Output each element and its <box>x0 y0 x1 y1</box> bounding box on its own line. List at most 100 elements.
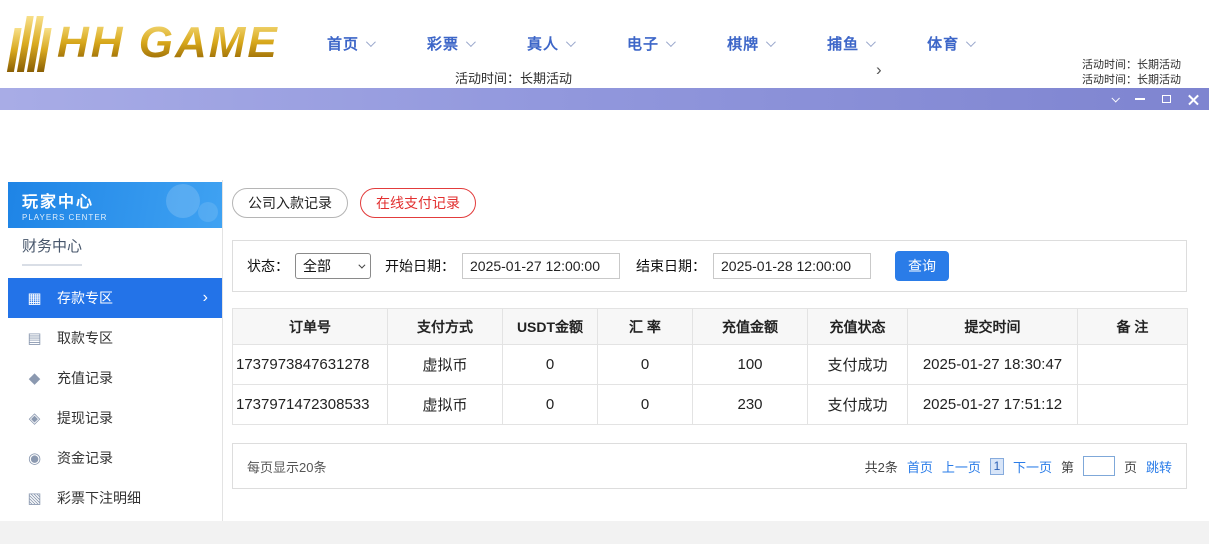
sidebar-item-deposit-zone[interactable]: ▦ 存款专区 › <box>8 278 222 318</box>
nav-item-label: 电子 <box>627 33 659 54</box>
chevron-down-icon <box>466 37 476 47</box>
nav-item-board-games[interactable]: 棋牌 <box>700 33 800 54</box>
nav-item-label: 彩票 <box>427 33 459 54</box>
sidebar-item-label: 彩票下注明细 <box>57 488 141 508</box>
end-date-input[interactable] <box>713 253 871 279</box>
sidebar-item-withdraw-zone[interactable]: ▤ 取款专区 <box>8 318 222 358</box>
column-header: 备 注 <box>1078 309 1188 345</box>
window-titlebar <box>0 88 1209 110</box>
tab-online-payment-records[interactable]: 在线支付记录 <box>360 188 476 218</box>
maximize-icon[interactable] <box>1162 95 1171 103</box>
table-cell-rate: 0 <box>598 385 693 425</box>
table-row: 1737971472308533 虚拟币 0 0 230 支付成功 2025-0… <box>233 385 1188 425</box>
query-button[interactable]: 查询 <box>895 251 949 281</box>
pagination-controls: 共2条 首页 上一页 1 下一页 第 页 跳转 <box>865 456 1172 476</box>
column-header: 订单号 <box>233 309 388 345</box>
status-select[interactable]: 全部 <box>295 253 371 279</box>
chevron-down-icon <box>366 37 376 47</box>
chevron-down-icon <box>866 37 876 47</box>
status-label: 状态： <box>247 256 289 276</box>
jump-action-link[interactable]: 跳转 <box>1146 457 1172 476</box>
current-page-badge[interactable]: 1 <box>990 458 1004 475</box>
sidebar-item-label: 提现记录 <box>57 408 113 428</box>
table-cell-pay-method: 虚拟币 <box>388 385 503 425</box>
table-cell-usdt-amount: 0 <box>503 345 598 385</box>
status-select-value: 全部 <box>303 256 331 276</box>
record-tabs: 公司入款记录 在线支付记录 <box>232 188 488 218</box>
nav-item-electronic[interactable]: 电子 <box>600 33 700 54</box>
table-cell-order-no: 1737971472308533 <box>233 385 388 425</box>
nav-item-lottery[interactable]: 彩票 <box>400 33 500 54</box>
tab-company-deposit-records[interactable]: 公司入款记录 <box>232 188 348 218</box>
table-cell-submit-time: 2025-01-27 18:30:47 <box>908 345 1078 385</box>
chevron-down-icon <box>966 37 976 47</box>
nav-item-label: 捕鱼 <box>827 33 859 54</box>
jump-prefix-label: 第 <box>1061 457 1074 476</box>
sidebar-menu: ▦ 存款专区 › ▤ 取款专区 ◆ 充值记录 ◈ 提现记录 ◉ 资金记录 ▧ 彩… <box>8 278 222 518</box>
recharge-record-icon: ◆ <box>26 369 43 387</box>
nav-item-sports[interactable]: 体育 <box>900 33 1000 54</box>
minimize-icon[interactable] <box>1135 98 1145 100</box>
chevron-right-icon: › <box>203 290 208 306</box>
pagination-bar: 每页显示20条 共2条 首页 上一页 1 下一页 第 页 跳转 <box>232 443 1187 489</box>
sidebar-item-funds-records[interactable]: ◉ 资金记录 <box>8 438 222 478</box>
funds-record-icon: ◉ <box>26 449 43 467</box>
table-row: 1737973847631278 虚拟币 0 0 100 支付成功 2025-0… <box>233 345 1188 385</box>
withdrawal-record-icon: ◈ <box>26 409 43 427</box>
player-center-header: 玩家中心 PLAYERS CENTER <box>8 182 222 228</box>
table-cell-usdt-amount: 0 <box>503 385 598 425</box>
start-date-label: 开始日期： <box>385 256 455 276</box>
table-cell-status: 支付成功 <box>808 385 908 425</box>
prev-page-link[interactable]: 上一页 <box>942 457 981 476</box>
total-count: 共2条 <box>865 457 898 476</box>
column-header: 支付方式 <box>388 309 503 345</box>
table-cell-remark <box>1078 385 1188 425</box>
sidebar-item-label: 资金记录 <box>57 448 113 468</box>
chevron-down-icon <box>358 261 365 268</box>
payment-records-table: 订单号 支付方式 USDT金额 汇 率 充值金额 充值状态 提交时间 备 注 1… <box>232 308 1188 425</box>
sidebar-item-lottery-bet-details[interactable]: ▧ 彩票下注明细 <box>8 478 222 518</box>
chevron-down-icon <box>766 37 776 47</box>
player-center-subtitle: PLAYERS CENTER <box>22 213 222 222</box>
column-header: 汇 率 <box>598 309 693 345</box>
start-date-input[interactable] <box>462 253 620 279</box>
brand-logo[interactable]: HH GAME <box>12 10 279 76</box>
table-cell-amount: 230 <box>693 385 808 425</box>
table-cell-status: 支付成功 <box>808 345 908 385</box>
top-header: HH GAME 首页 彩票 真人 电子 棋牌 捕鱼 体育 <box>0 0 1209 88</box>
table-cell-order-no: 1737973847631278 <box>233 345 388 385</box>
column-header: 提交时间 <box>908 309 1078 345</box>
filter-bar: 状态： 全部 开始日期： 结束日期： 查询 <box>232 240 1187 292</box>
sidebar-item-withdrawal-records[interactable]: ◈ 提现记录 <box>8 398 222 438</box>
jump-page-input[interactable] <box>1083 456 1115 476</box>
background-text-line: 活动时间：长期活动 <box>1082 58 1209 73</box>
background-text-fragment: 活动时间：长期活动 <box>455 68 572 87</box>
sidebar-section-label: 财务中心 <box>22 238 82 266</box>
table-header-row: 订单号 支付方式 USDT金额 汇 率 充值金额 充值状态 提交时间 备 注 <box>233 309 1188 345</box>
table-cell-amount: 100 <box>693 345 808 385</box>
close-icon[interactable] <box>1188 94 1199 105</box>
jump-suffix-label: 页 <box>1124 457 1137 476</box>
end-date-label: 结束日期： <box>636 256 706 276</box>
nav-item-home[interactable]: 首页 <box>300 33 400 54</box>
background-arrow-fragment: › <box>876 60 882 80</box>
lottery-bets-icon: ▧ <box>26 489 43 507</box>
logo-text: HH GAME <box>57 21 279 65</box>
table-cell-remark <box>1078 345 1188 385</box>
next-page-link[interactable]: 下一页 <box>1013 457 1052 476</box>
chevron-down-icon <box>666 37 676 47</box>
nav-item-label: 棋牌 <box>727 33 759 54</box>
per-page-text: 每页显示20条 <box>247 457 326 476</box>
sidebar-item-label: 充值记录 <box>57 368 113 388</box>
logo-bars-icon <box>7 14 54 72</box>
first-page-link[interactable]: 首页 <box>907 457 933 476</box>
column-header: 充值金额 <box>693 309 808 345</box>
nav-item-live[interactable]: 真人 <box>500 33 600 54</box>
background-text-line: 活动时间：长期活动 <box>1082 73 1209 88</box>
chevron-down-icon <box>566 37 576 47</box>
sidebar-item-recharge-records[interactable]: ◆ 充值记录 <box>8 358 222 398</box>
nav-item-fishing[interactable]: 捕鱼 <box>800 33 900 54</box>
sidebar-section-finance: 财务中心 <box>8 228 222 266</box>
chevron-down-icon[interactable] <box>1111 94 1119 102</box>
sidebar-item-label: 存款专区 <box>57 288 113 308</box>
